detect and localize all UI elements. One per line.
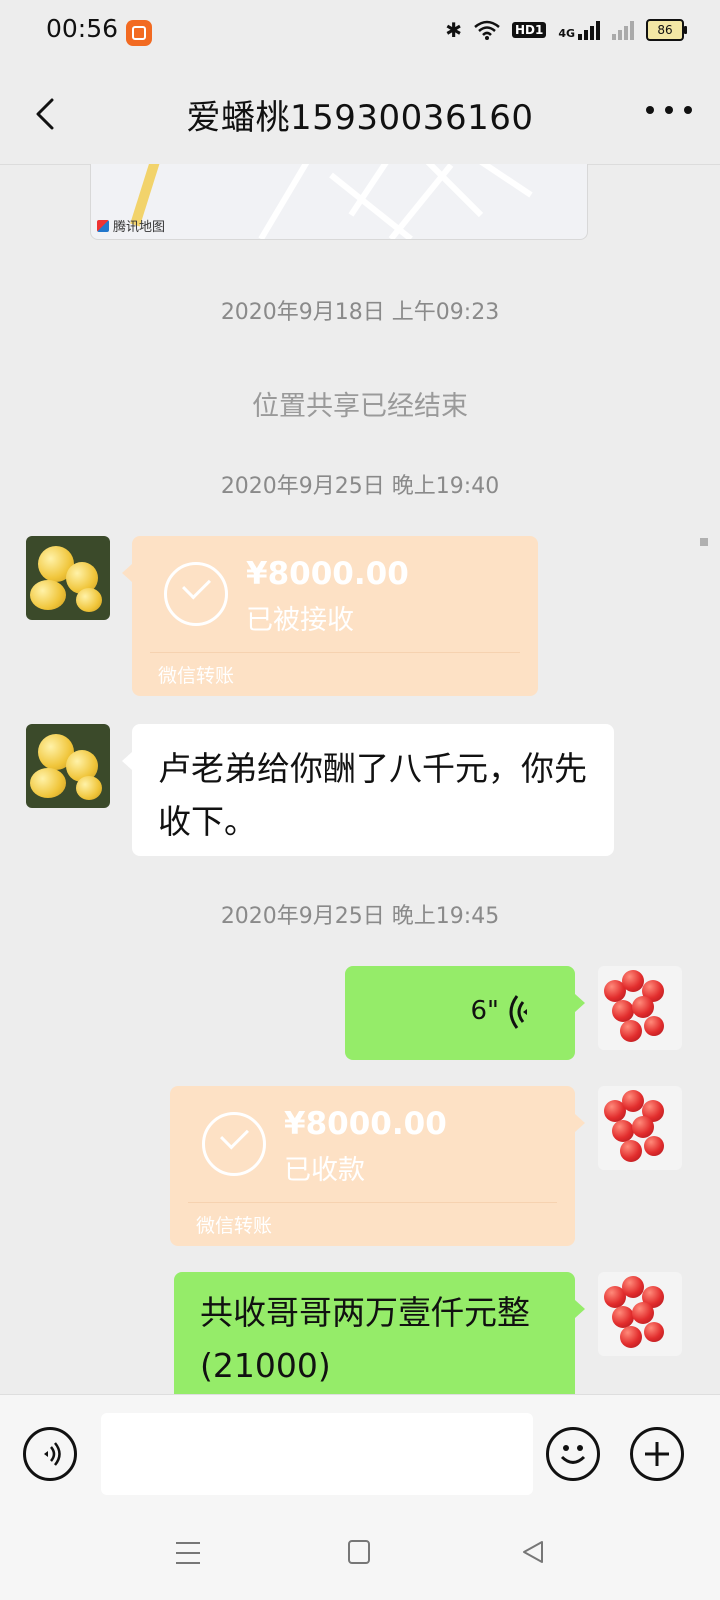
map-brand-label: 腾讯地图 [113,220,166,235]
divider [150,652,520,653]
check-circle-icon [202,1112,266,1176]
transfer-card-received[interactable]: ¥8000.00 已被接收 微信转账 [122,536,538,696]
map-brand: 腾讯地图 [97,216,165,235]
transfer-status: 已收款 [284,1155,365,1186]
nav-back-icon[interactable] [520,1538,548,1566]
location-map-card[interactable]: 腾讯地图 [90,164,588,240]
self-avatar[interactable] [598,1086,682,1170]
message-input[interactable] [101,1413,533,1495]
system-message: 位置共享已经结束 [252,391,468,422]
voice-message[interactable]: 6" [345,966,585,1060]
plus-icon[interactable] [630,1427,684,1481]
transfer-status: 已被接收 [246,605,354,636]
timestamp: 2020年9月25日 晚上19:45 [220,904,500,929]
timestamp: 2020年9月25日 晚上19:40 [220,474,500,499]
status-bar: 00:56 ✱ HD1 4G 86 [0,0,720,64]
self-avatar[interactable] [598,1272,682,1356]
network-type-label: 4G [558,27,575,40]
transfer-card-accepted[interactable]: ¥8000.00 已收款 微信转账 [170,1086,585,1246]
emoji-icon[interactable] [546,1427,600,1481]
status-icons: ✱ HD1 4G 86 [445,18,687,42]
tencent-map-logo [97,219,109,232]
more-dots-icon[interactable] [646,100,692,120]
system-nav-bar [0,1512,720,1600]
signal-icon [578,20,600,40]
battery-icon: 86 [646,19,687,41]
hd-badge: HD1 [511,22,547,38]
scroll-indicator [700,538,708,546]
transfer-label: 微信转账 [158,665,235,687]
back-arrow-icon[interactable] [28,94,68,134]
chat-message-list[interactable]: 腾讯地图 2020年9月18日 上午09:23 位置共享已经结束 2020年9月… [0,164,720,1394]
text-message[interactable]: 卢老弟给你酬了八千元，你先收下。 [122,724,614,856]
nav-home-icon[interactable] [348,1540,370,1564]
peer-avatar[interactable] [26,536,110,620]
app-notification-icon [126,20,152,46]
chat-title: 爱蟠桃15930036160 [186,98,534,138]
peer-avatar[interactable] [26,724,110,808]
wifi-icon [474,20,500,40]
transfer-label: 微信转账 [196,1215,273,1237]
status-time: 00:56 [46,14,119,43]
nav-menu-icon[interactable] [176,1542,200,1564]
voice-wave-icon [509,995,527,1029]
voice-toggle-icon[interactable] [23,1427,77,1481]
input-bar [0,1394,720,1513]
check-circle-icon [164,562,228,626]
voice-duration: 6" [470,996,499,1026]
transfer-amount: ¥8000.00 [246,556,409,592]
self-avatar[interactable] [598,966,682,1050]
bluetooth-icon: ✱ [445,18,462,42]
map-thumbnail [130,164,533,239]
transfer-amount: ¥8000.00 [284,1106,447,1142]
signal-2-icon [612,20,634,40]
divider [188,1202,557,1203]
text-message[interactable]: 共收哥哥两万壹仟元整(21000) [174,1272,585,1394]
chat-header: 爱蟠桃15930036160 [0,64,720,165]
timestamp: 2020年9月18日 上午09:23 [220,300,500,325]
